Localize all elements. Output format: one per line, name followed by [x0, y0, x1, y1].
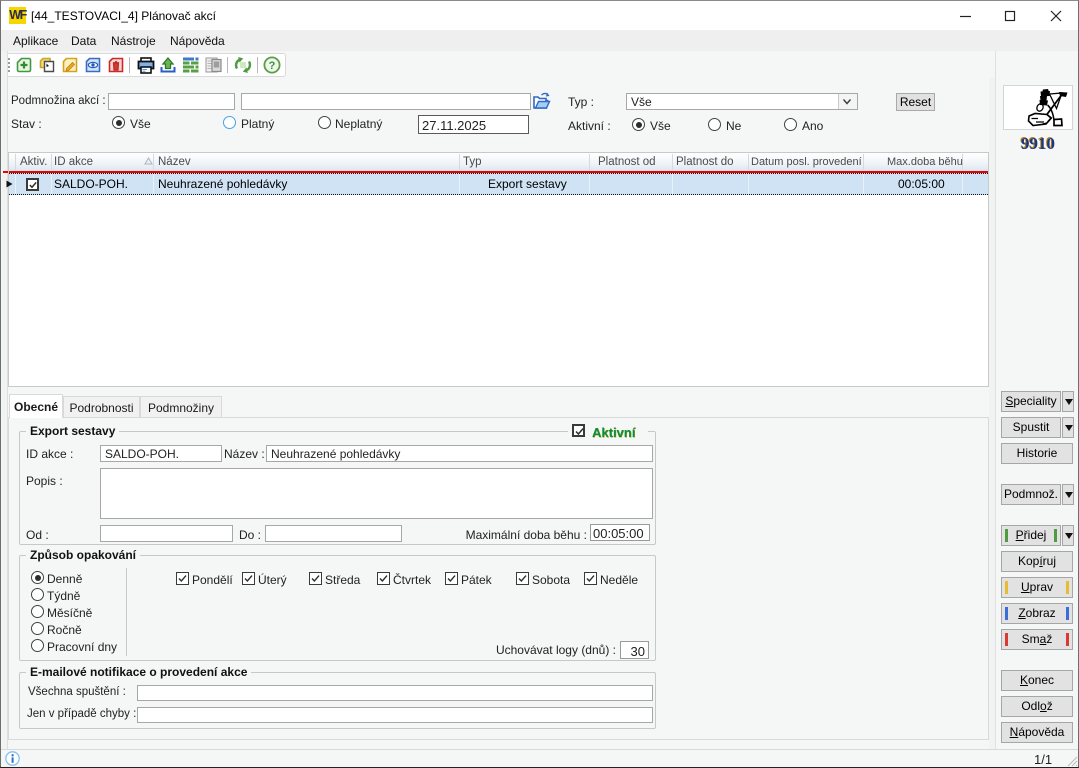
svg-text:?: ?	[269, 60, 276, 72]
